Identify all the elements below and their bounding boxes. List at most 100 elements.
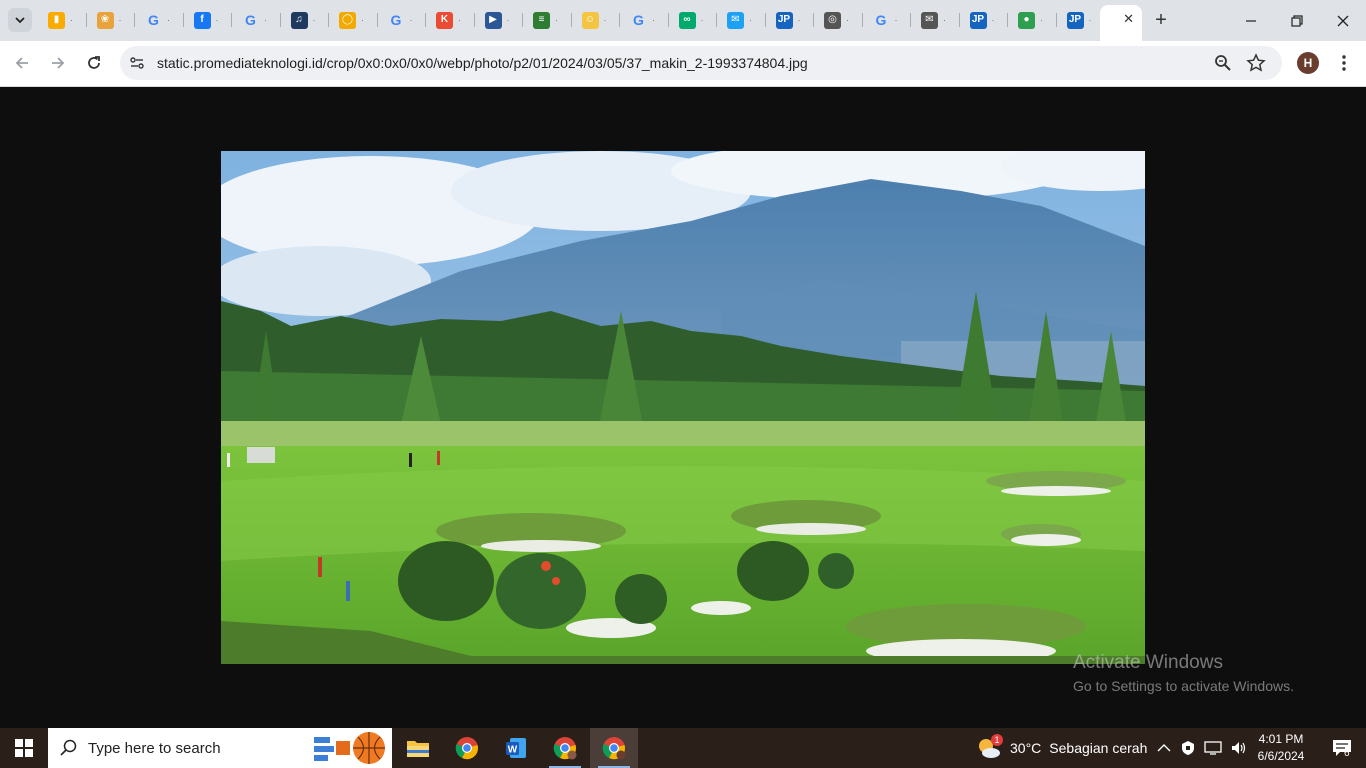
weather-description: Sebagian cerah xyxy=(1049,740,1148,756)
search-icon xyxy=(60,739,77,756)
tab-title-truncated: · xyxy=(167,15,171,25)
tab-title-truncated: · xyxy=(118,15,123,25)
tab-11[interactable]: ≡ · xyxy=(523,5,572,35)
weather-alert-badge: 1 xyxy=(991,734,1003,746)
mail-icon: ✉ xyxy=(921,11,938,29)
chrome-icon xyxy=(553,737,577,760)
tab-title-truncated: · xyxy=(506,15,511,25)
taskbar-file-explorer[interactable] xyxy=(394,728,442,768)
document-icon: ≡ xyxy=(533,11,550,29)
google-icon: G xyxy=(148,12,159,28)
minimize-button[interactable] xyxy=(1228,0,1274,41)
taskbar-chrome-profile-h[interactable] xyxy=(590,728,638,768)
weather-temperature: 30°C xyxy=(1010,740,1042,756)
google-icon: G xyxy=(875,12,887,28)
tab-title-truncated: · xyxy=(749,15,753,25)
tab-13[interactable]: G · xyxy=(620,5,669,35)
taskbar-clock[interactable]: 4:01 PM 6/6/2024 xyxy=(1252,731,1310,765)
volume-icon[interactable] xyxy=(1230,740,1248,756)
tab-title-truncated: · xyxy=(1040,15,1044,25)
tab-15[interactable]: ✉ · xyxy=(717,5,766,35)
tab-title-truncated: · xyxy=(458,15,462,25)
new-tab-button[interactable]: + xyxy=(1150,9,1172,31)
folder-icon xyxy=(407,741,429,757)
close-window-button[interactable] xyxy=(1320,0,1366,41)
tab-strip: ▮ · ❀ · G · f · G · ♫ · ◯ · G · K · ▶ · ≡ · ☺ · G · ∞ · ✉ · JP · ◎ · G · ✉ · J… xyxy=(0,0,1366,41)
tab-10[interactable]: ▶ · xyxy=(475,5,524,35)
tab-9[interactable]: K · xyxy=(426,5,475,35)
tab-title-truncated: · xyxy=(215,15,220,25)
tab-6[interactable]: ♫ · xyxy=(281,5,330,35)
tab-22[interactable]: JP · xyxy=(1057,5,1106,35)
reload-button[interactable] xyxy=(80,49,108,77)
flag-icon: ▶ xyxy=(484,11,502,29)
tab-5[interactable]: G · xyxy=(232,5,281,35)
search-placeholder[interactable]: Type here to search xyxy=(88,740,221,757)
lotus-icon: ❀ xyxy=(96,11,114,29)
tab-title-truncated: · xyxy=(1088,15,1093,25)
tray-icons xyxy=(1156,728,1248,768)
tab-2[interactable]: ❀ · xyxy=(87,5,136,35)
tab-16[interactable]: JP · xyxy=(766,5,815,35)
close-icon xyxy=(1337,15,1349,26)
watermark-subtitle: Go to Settings to activate Windows. xyxy=(1073,678,1294,694)
tripadvisor-icon: ∞ xyxy=(678,11,696,29)
taskbar-search[interactable]: Type here to search xyxy=(48,728,392,768)
tab-17[interactable]: ◎ · xyxy=(814,5,863,35)
network-shield-icon[interactable] xyxy=(1180,740,1196,756)
start-button[interactable] xyxy=(0,728,48,768)
tab-18[interactable]: G · xyxy=(863,5,912,35)
url-text[interactable]: static.promediateknologi.id/crop/0x0:0x0… xyxy=(157,55,808,71)
address-bar[interactable]: static.promediateknologi.id/crop/0x0:0x0… xyxy=(120,46,1282,80)
site-info-icon[interactable] xyxy=(128,54,146,72)
minimize-icon xyxy=(1246,19,1256,22)
tab-search-button[interactable] xyxy=(8,8,32,32)
tab-title-truncated: · xyxy=(603,15,608,25)
tab-20[interactable]: JP · xyxy=(960,5,1009,35)
watermark-title: Activate Windows xyxy=(1073,652,1223,673)
bookmark-star-icon[interactable] xyxy=(1246,53,1266,73)
taskbar-chrome[interactable] xyxy=(443,728,491,768)
search-highlight-icon[interactable] xyxy=(312,731,388,765)
tab-list: ▮ · ❀ · G · f · G · ♫ · ◯ · G · K · ▶ · ≡ · ☺ · G · ∞ · ✉ · JP · ◎ · G · ✉ · J… xyxy=(38,5,1105,35)
monitor-icon[interactable] xyxy=(1204,740,1222,756)
zoom-icon[interactable] xyxy=(1214,54,1234,74)
tab-3[interactable]: G · xyxy=(135,5,184,35)
music-icon: ♫ xyxy=(290,11,308,29)
tab-4[interactable]: f · xyxy=(184,5,233,35)
jp-icon: JP xyxy=(969,11,987,29)
clock-time: 4:01 PM xyxy=(1258,732,1304,746)
page-viewport: Activate Windows Go to Settings to activ… xyxy=(0,88,1366,728)
chevron-down-icon xyxy=(15,17,25,24)
back-button[interactable] xyxy=(8,49,36,77)
chrome-icon xyxy=(455,737,478,760)
tab-title-truncated: · xyxy=(652,15,656,25)
golf-course-photo[interactable] xyxy=(221,151,1145,664)
restore-button[interactable] xyxy=(1274,0,1320,41)
chevron-up-icon[interactable] xyxy=(1156,740,1172,756)
tab-14[interactable]: ∞ · xyxy=(669,5,718,35)
tab-19[interactable]: ✉ · xyxy=(911,5,960,35)
tab-1[interactable]: ▮ · xyxy=(38,5,87,35)
tab-12[interactable]: ☺ · xyxy=(572,5,621,35)
weather-widget[interactable]: 1 30°C Sebagian cerah xyxy=(976,728,1147,768)
close-tab-icon[interactable]: ✕ xyxy=(1123,11,1134,27)
notification-center-button[interactable]: 6 xyxy=(1318,728,1366,768)
forward-arrow-icon xyxy=(52,57,65,69)
tab-title-truncated: · xyxy=(361,15,365,25)
back-arrow-icon xyxy=(15,57,28,69)
jp-icon: JP xyxy=(775,11,793,29)
profile-avatar[interactable]: H xyxy=(1297,52,1319,74)
word-icon: W xyxy=(506,738,526,758)
tab-21[interactable]: ● · xyxy=(1008,5,1057,35)
menu-dots-icon[interactable] xyxy=(1334,53,1354,73)
activation-watermark: Activate Windows Go to Settings to activ… xyxy=(1073,652,1294,694)
taskbar-word[interactable]: W xyxy=(492,728,540,768)
tab-7[interactable]: ◯ · xyxy=(329,5,378,35)
forward-button[interactable] xyxy=(44,49,72,77)
facebook-icon: f xyxy=(193,11,211,29)
tab-8[interactable]: G · xyxy=(378,5,427,35)
tab-active[interactable]: ✕ xyxy=(1100,5,1142,41)
tab-title-truncated: · xyxy=(846,15,850,25)
taskbar-chrome-profile-r[interactable] xyxy=(541,728,589,768)
